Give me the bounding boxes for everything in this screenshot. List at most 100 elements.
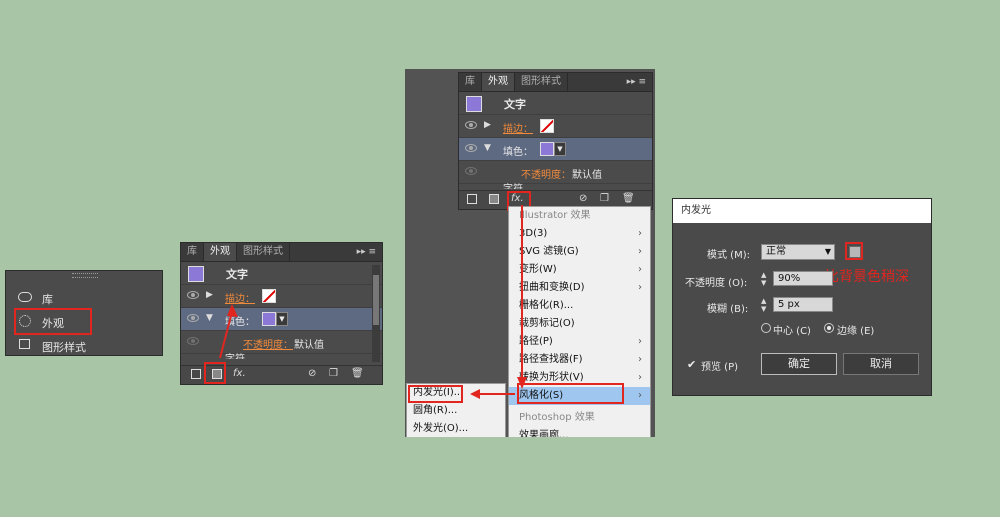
center-radio[interactable] (761, 323, 771, 333)
red-arrow-annotation (470, 389, 515, 399)
add-stroke-icon[interactable] (467, 194, 477, 204)
inner-glow-dialog: 内发光 模式 (M): 正常 ▼ 比背景色稍深 不透明度 (O): ▲ ▼ 90%… (672, 198, 932, 396)
appearance-panel-mini: 库 外观 图形样式 ▸▸ ≡ 文字 ▶ 描边： ▼ 填色： ▼ 不透明度： 默认… (458, 72, 653, 211)
panel-grip[interactable] (72, 273, 98, 278)
menu-section-photoshop: Photoshop 效果 (519, 412, 595, 423)
fill-swatch-icon[interactable] (540, 142, 554, 156)
scrollbar[interactable] (372, 265, 380, 362)
clear-appearance-icon[interactable]: ⊘ (579, 193, 587, 205)
preview-checkbox[interactable]: ✔ (687, 358, 696, 371)
color-swatch-icon (849, 246, 861, 258)
appearance-title-row: 文字 (181, 262, 382, 285)
tab-graphic-styles[interactable]: 图形样式 (237, 243, 290, 261)
expand-triangle-icon[interactable]: ▶ (484, 120, 491, 130)
dialog-title: 内发光 (673, 199, 931, 223)
visibility-eye-icon[interactable] (187, 314, 199, 322)
mode-select[interactable]: 正常 ▼ (761, 244, 835, 260)
edge-radio[interactable] (824, 323, 834, 333)
chevron-right-icon: › (638, 336, 642, 347)
panel-tabs: 库 外观 图形样式 ▸▸ ≡ (459, 73, 652, 92)
visibility-eye-icon[interactable] (465, 144, 477, 152)
chevron-right-icon: › (638, 354, 642, 365)
submenu-item-outer-glow[interactable]: 外发光(O)... (407, 420, 505, 437)
opacity-label: 不透明度 (O): (685, 278, 748, 289)
appearance-title: 文字 (504, 98, 526, 111)
fx-menu-icon[interactable]: fx. (233, 368, 246, 380)
menu-item-effect-gallery[interactable]: 效果画廊... (509, 427, 650, 437)
appearance-title-row: 文字 (459, 92, 652, 115)
partial-row: 字符 (459, 179, 649, 189)
blur-input[interactable]: 5 px (773, 297, 833, 312)
stroke-none-swatch-icon[interactable] (262, 289, 276, 303)
panel-menu-icon[interactable]: ▸▸ ≡ (351, 243, 382, 261)
fill-swatch-icon[interactable] (262, 312, 276, 326)
ok-button[interactable]: 确定 (761, 353, 837, 375)
chevron-right-icon: › (638, 282, 642, 293)
highlight-box-add-fill (204, 362, 226, 384)
visibility-eye-icon[interactable] (187, 291, 199, 299)
appearance-title: 文字 (226, 268, 248, 281)
panel-item-label: 图形样式 (42, 341, 86, 354)
glow-color-swatch[interactable] (845, 242, 863, 260)
panel-item-label: 库 (42, 293, 53, 306)
chevron-right-icon: › (638, 264, 642, 275)
opacity-stepper-icon[interactable]: ▲ ▼ (761, 271, 766, 287)
edge-label: 边缘 (E) (837, 326, 875, 337)
stroke-none-swatch-icon[interactable] (540, 119, 554, 133)
expand-triangle-icon[interactable]: ▶ (206, 290, 213, 300)
collapse-triangle-icon[interactable]: ▼ (484, 143, 491, 153)
type-thumbnail-icon (466, 96, 482, 112)
preview-label: 预览 (P) (701, 362, 739, 373)
add-stroke-icon[interactable] (191, 369, 201, 379)
mode-label: 模式 (M): (707, 250, 750, 261)
cancel-button[interactable]: 取消 (843, 353, 919, 375)
chevron-right-icon: › (638, 372, 642, 383)
stroke-row[interactable]: ▶ 描边： (459, 115, 652, 138)
chevron-down-icon[interactable]: ▼ (554, 142, 566, 156)
clear-appearance-icon[interactable]: ⊘ (308, 368, 316, 380)
add-fill-icon[interactable] (489, 194, 499, 204)
annotation-darker-than-bg: 比背景色稍深 (825, 269, 909, 285)
submenu-item-round-corners[interactable]: 圆角(R)... (407, 402, 505, 420)
tab-graphic-styles[interactable]: 图形样式 (515, 73, 568, 91)
partial-label: 字符 (503, 180, 523, 189)
center-label: 中心 (C) (773, 326, 811, 337)
red-arrow-annotation (219, 304, 238, 359)
opacity-input[interactable]: 90% (773, 271, 833, 286)
tab-library[interactable]: 库 (181, 243, 204, 261)
duplicate-item-icon[interactable]: ❐ (600, 193, 609, 205)
panel-tabs: 库 外观 图形样式 ▸▸ ≡ (181, 243, 382, 262)
scroll-thumb[interactable] (373, 275, 379, 325)
chevron-down-icon[interactable]: ▼ (276, 312, 288, 326)
delete-item-icon[interactable]: 🗑 (351, 368, 364, 380)
window-panels-list: 库 外观 图形样式 (5, 270, 163, 356)
mode-value: 正常 (766, 246, 786, 257)
chevron-right-icon: › (638, 228, 642, 239)
visibility-eye-icon[interactable] (465, 121, 477, 129)
chevron-right-icon: › (638, 246, 642, 257)
panel-item-library[interactable]: 库 (16, 290, 156, 306)
stroke-label[interactable]: 描边： (503, 120, 533, 135)
tab-appearance[interactable]: 外观 (204, 243, 237, 261)
highlight-box-inner-glow (408, 385, 463, 403)
delete-item-icon[interactable]: 🗑 (622, 193, 635, 205)
panel-menu-icon[interactable]: ▸▸ ≡ (621, 73, 652, 91)
tab-appearance[interactable]: 外观 (482, 73, 515, 91)
fill-row[interactable]: ▼ 填色： ▼ (459, 138, 652, 161)
visibility-eye-icon[interactable] (465, 167, 477, 175)
visibility-eye-icon[interactable] (187, 337, 199, 345)
graphic-styles-icon (19, 339, 30, 349)
creative-cloud-icon (18, 292, 32, 302)
blur-label: 模糊 (B): (707, 304, 749, 315)
blur-stepper-icon[interactable]: ▲ ▼ (761, 297, 766, 313)
effects-screenshot: 库 外观 图形样式 ▸▸ ≡ 文字 ▶ 描边： ▼ 填色： ▼ 不透明度： 默认… (405, 69, 655, 437)
panel-item-graphic-styles[interactable]: 图形样式 (16, 337, 156, 354)
chevron-down-icon: ▼ (824, 247, 831, 256)
chevron-right-icon: › (638, 390, 642, 401)
type-thumbnail-icon (188, 266, 204, 282)
ok-button-label: 确定 (788, 357, 810, 370)
tab-library[interactable]: 库 (459, 73, 482, 91)
duplicate-item-icon[interactable]: ❐ (329, 368, 338, 380)
fill-label: 填色： (503, 147, 533, 158)
cancel-button-label: 取消 (870, 357, 892, 370)
